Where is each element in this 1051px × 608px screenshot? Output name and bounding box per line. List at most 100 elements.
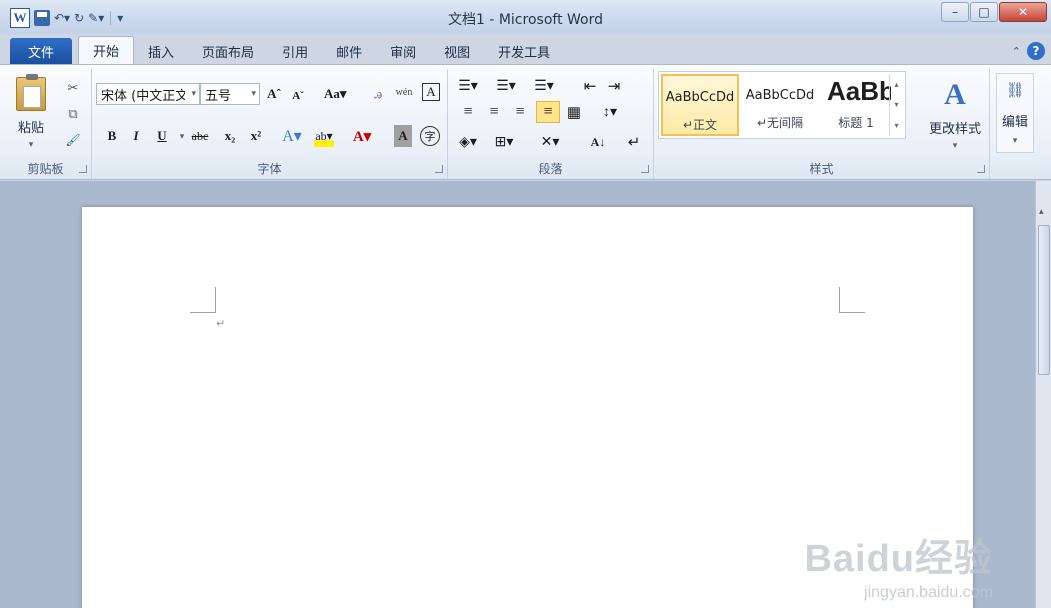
- vertical-scrollbar[interactable]: ▴: [1035, 181, 1051, 608]
- maximize-button[interactable]: □: [970, 2, 998, 22]
- font-color-icon[interactable]: A▾: [352, 125, 372, 147]
- multilevel-list-icon[interactable]: ☰▾: [534, 75, 554, 97]
- tab-references[interactable]: 引用: [268, 38, 322, 64]
- editing-group: ⛓ 编辑 ▾: [990, 69, 1038, 179]
- cut-icon[interactable]: ✂: [64, 79, 82, 97]
- chinese-layout-icon[interactable]: ✕▾: [540, 131, 560, 153]
- minimize-button[interactable]: –: [941, 2, 969, 22]
- justify-icon[interactable]: ≡: [536, 101, 560, 123]
- borders-icon[interactable]: ⊞▾: [494, 131, 514, 153]
- document-workspace: ↵ ▴ Baidu经验 jingyan.baidu.com: [0, 181, 1051, 608]
- paste-arrow-icon[interactable]: ▾: [29, 140, 34, 150]
- change-styles-button[interactable]: A 更改样式 ▾: [924, 73, 986, 155]
- font-name-value: 宋体 (中文正文: [101, 88, 185, 104]
- scroll-up-icon[interactable]: ▴: [1039, 207, 1044, 217]
- font-size-value: 五号: [205, 88, 232, 104]
- font-size-arrow-icon: ▾: [251, 89, 256, 99]
- tab-home[interactable]: 开始: [78, 36, 135, 64]
- gallery-more-icon[interactable]: ▾: [894, 121, 898, 130]
- window-title: 文档1 - Microsoft Word: [447, 12, 603, 28]
- tab-file[interactable]: 文件: [10, 38, 73, 64]
- margin-corner-top-left: [190, 287, 216, 313]
- style-heading-1[interactable]: AaBb 标题 1: [821, 74, 891, 136]
- tab-page-layout[interactable]: 页面布局: [188, 38, 268, 64]
- change-styles-icon: A: [944, 77, 966, 111]
- paragraph-group: ☰▾ ☰▾ ☰▾ ⇤ ⇥ ≡ ≡ ≡ ≡ ▦ ↕▾ ◈▾ ⊞▾ ✕▾ A↓ ↵ …: [448, 69, 654, 179]
- format-painter-icon[interactable]: 🖌: [64, 131, 82, 149]
- margin-corner-top-right: [839, 287, 865, 313]
- clipboard-group: 粘贴 ▾ ✂ ⧉ 🖌 剪贴板: [0, 69, 92, 179]
- decrease-indent-icon[interactable]: ⇤: [580, 75, 600, 97]
- subscript-button[interactable]: x₂: [220, 125, 240, 147]
- enclose-character-icon[interactable]: 字: [420, 126, 440, 146]
- clipboard-group-label: 剪贴板: [27, 162, 64, 176]
- styles-gallery-scroll[interactable]: ▴ ▾ ▾: [889, 74, 903, 136]
- strikethrough-button[interactable]: abc: [190, 125, 210, 147]
- baidu-watermark-url: jingyan.baidu.com: [864, 584, 993, 601]
- styles-launcher-icon[interactable]: [977, 165, 985, 173]
- underline-button[interactable]: U: [152, 125, 172, 147]
- tab-developer[interactable]: 开发工具: [484, 38, 564, 64]
- font-launcher-icon[interactable]: [435, 165, 443, 173]
- character-shading-icon[interactable]: A: [394, 125, 412, 147]
- paragraph-launcher-icon[interactable]: [641, 165, 649, 173]
- numbering-icon[interactable]: ☰▾: [496, 75, 516, 97]
- style-normal-name: ↵正文: [682, 118, 718, 132]
- sort-icon[interactable]: A↓: [588, 131, 608, 153]
- paragraph-mark: ↵: [216, 317, 226, 330]
- editing-button[interactable]: ⛓ 编辑 ▾: [996, 73, 1034, 153]
- bullets-icon[interactable]: ☰▾: [458, 75, 478, 97]
- clipboard-launcher-icon[interactable]: [79, 165, 87, 173]
- style-no-spacing-name: ↵无间隔: [756, 116, 804, 130]
- superscript-button[interactable]: x²: [246, 125, 266, 147]
- style-heading-1-name: 标题 1: [838, 116, 874, 130]
- grow-font-icon[interactable]: Aˆ: [264, 83, 284, 105]
- center-icon[interactable]: ≡: [484, 101, 504, 123]
- gallery-up-icon[interactable]: ▴: [894, 80, 898, 89]
- help-icon[interactable]: ?: [1027, 42, 1045, 60]
- shading-icon[interactable]: ◈▾: [458, 131, 478, 153]
- bold-button[interactable]: B: [102, 125, 122, 147]
- tab-mailings[interactable]: 邮件: [322, 38, 376, 64]
- font-size-select[interactable]: 五号 ▾: [200, 83, 260, 105]
- change-case-icon[interactable]: Aa▾: [324, 83, 346, 105]
- tab-review[interactable]: 审阅: [376, 38, 430, 64]
- style-normal[interactable]: AaBbCcDd ↵正文: [661, 74, 739, 136]
- paragraph-group-label: 段落: [538, 162, 563, 176]
- italic-button[interactable]: I: [126, 125, 146, 147]
- show-marks-icon[interactable]: ↵: [624, 131, 644, 153]
- highlight-icon[interactable]: ab▾: [314, 125, 334, 147]
- font-name-select[interactable]: 宋体 (中文正文 ▾: [96, 83, 200, 105]
- style-no-spacing[interactable]: AaBbCcDd ↵无间隔: [741, 74, 819, 136]
- close-button[interactable]: ✕: [999, 2, 1047, 22]
- character-border-icon[interactable]: A: [422, 83, 440, 101]
- underline-arrow-icon[interactable]: ▾: [172, 125, 192, 147]
- style-heading-1-preview: AaBb: [827, 76, 891, 106]
- clear-format-icon[interactable]: ꭿ: [368, 83, 388, 105]
- phonetic-guide-icon[interactable]: wén: [394, 81, 414, 103]
- gallery-down-icon[interactable]: ▾: [894, 100, 898, 109]
- change-styles-arrow-icon: ▾: [952, 140, 958, 151]
- paste-button[interactable]: 粘贴 ▾: [8, 73, 54, 153]
- tab-insert[interactable]: 插入: [134, 38, 188, 64]
- scroll-thumb[interactable]: [1038, 225, 1050, 375]
- title-bar: W ↶▾ ↻ ✎▾ ▾ 文档1 - Microsoft Word – □ ✕: [0, 0, 1051, 34]
- style-no-spacing-preview: AaBbCcDd: [745, 88, 815, 103]
- style-normal-preview: AaBbCcDd: [665, 90, 735, 105]
- ribbon-minimize-icon[interactable]: ⌃: [1012, 45, 1021, 58]
- increase-indent-icon[interactable]: ⇥: [604, 75, 624, 97]
- text-effects-icon[interactable]: A▾: [282, 125, 302, 147]
- shrink-font-icon[interactable]: Aˇ: [288, 85, 308, 107]
- font-group-label: 字体: [257, 162, 282, 176]
- baidu-watermark: Baidu经验: [804, 538, 993, 580]
- tab-view[interactable]: 视图: [430, 38, 484, 64]
- font-group: 宋体 (中文正文 ▾ 五号 ▾ Aˆ Aˇ Aa▾ ꭿ wén A B I U …: [92, 69, 448, 179]
- ribbon-tabs: 文件 开始 插入 页面布局 引用 邮件 审阅 视图 开发工具 ⌃ ?: [0, 34, 1051, 64]
- distributed-icon[interactable]: ▦: [564, 101, 584, 123]
- editing-label: 编辑: [1001, 114, 1028, 130]
- editing-arrow-icon: ▾: [1012, 135, 1018, 146]
- align-left-icon[interactable]: ≡: [458, 101, 478, 123]
- copy-icon[interactable]: ⧉: [64, 105, 82, 123]
- align-right-icon[interactable]: ≡: [510, 101, 530, 123]
- line-spacing-icon[interactable]: ↕▾: [600, 101, 620, 123]
